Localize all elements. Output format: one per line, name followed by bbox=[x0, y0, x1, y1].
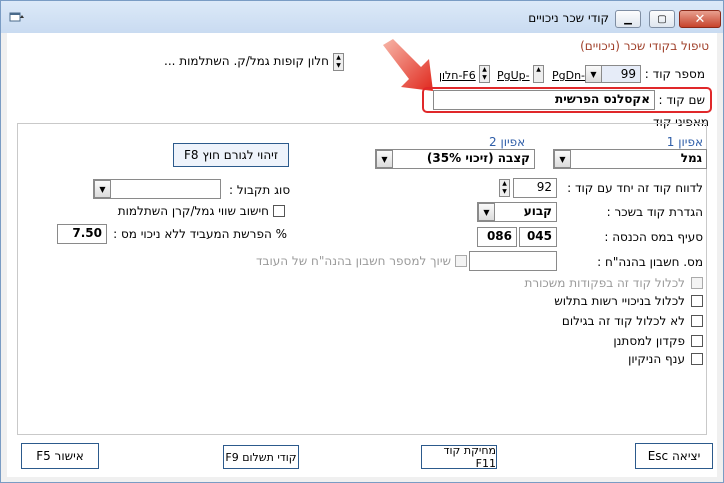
char2-label: אפיון 2 bbox=[489, 135, 526, 149]
deposit-label: פקדון למסתנן bbox=[613, 334, 685, 348]
char1-dropdown[interactable]: ▼ bbox=[554, 150, 571, 168]
red-arrow-icon bbox=[383, 39, 433, 91]
title-bar[interactable]: קודי שכר ניכויים ▁ ▢ ✕ bbox=[1, 1, 723, 33]
tax-section-input-b[interactable]: 086 bbox=[477, 227, 517, 247]
char2-select[interactable]: קצבה (זיכוי 35%) bbox=[375, 149, 535, 169]
pgdn-arrow[interactable]: ▲ bbox=[533, 65, 544, 83]
delete-code-button[interactable]: מחיקת קוד F11 bbox=[421, 444, 497, 470]
assign-employee-label: שיוך למספר חשבון בהנה"ח של העובד bbox=[255, 254, 451, 268]
chevron-down-icon: ▼ bbox=[590, 69, 597, 79]
exclude-slip-label: לא לכלול קוד זה בגילום bbox=[561, 314, 685, 328]
close-icon: ✕ bbox=[694, 11, 706, 27]
char2-dropdown[interactable]: ▼ bbox=[376, 150, 393, 168]
payment-codes-button[interactable]: קודי תשלום F9 bbox=[223, 445, 299, 469]
chevron-down-icon: ▼ bbox=[483, 207, 490, 217]
funds-window-spinner[interactable]: ▲ ▼ bbox=[333, 53, 344, 71]
payroll-def-dropdown[interactable]: ▼ bbox=[478, 203, 495, 221]
confirm-button[interactable]: אישור F5 bbox=[21, 443, 99, 469]
pgdn-link[interactable]: PgDn- bbox=[552, 69, 585, 82]
include-salary-label: לכלול קוד זה בפקודות משכורת bbox=[524, 276, 685, 290]
code-name-input[interactable]: אקסלנס הפרשית bbox=[433, 90, 655, 110]
payroll-def-label: הגדרת קוד בשכר : bbox=[606, 205, 703, 219]
code-number-label: מספר קוד : bbox=[644, 67, 705, 81]
report-with-code-spinner[interactable]: ▲ ▼ bbox=[499, 179, 510, 197]
include-salary-checkbox[interactable] bbox=[691, 277, 703, 289]
chevron-down-icon: ▼ bbox=[559, 154, 566, 164]
window-f6-spinner[interactable]: ▲ ▼ bbox=[479, 65, 490, 83]
code-number-dropdown[interactable]: ▼ bbox=[585, 65, 602, 83]
window-f6-link[interactable]: חלון-F6 bbox=[439, 69, 476, 82]
report-with-code-label: לדווח קוד זה יחד עם קוד : bbox=[567, 181, 703, 195]
assign-employee-checkbox[interactable] bbox=[455, 255, 467, 267]
minimize-button[interactable]: ▁ bbox=[615, 10, 641, 28]
tax-section-input-a[interactable]: 045 bbox=[519, 227, 557, 247]
include-deductions-checkbox[interactable] bbox=[691, 295, 703, 307]
report-with-code-input[interactable]: 92 bbox=[513, 178, 557, 198]
cleaning-label: ענף הניקיון bbox=[628, 352, 685, 366]
cleaning-checkbox[interactable] bbox=[691, 353, 703, 365]
close-button[interactable]: ✕ bbox=[679, 10, 721, 28]
arrow-up-icon: ▲ bbox=[536, 66, 541, 73]
char1-select[interactable]: גמל bbox=[553, 149, 707, 169]
employer-percent-input[interactable]: 7.50 bbox=[57, 224, 107, 244]
accounting-no-label: מס. חשבון בהנה"ח : bbox=[597, 255, 703, 269]
spin-icon: ▲ ▼ bbox=[482, 66, 487, 81]
acceptance-type-dropdown[interactable]: ▼ bbox=[94, 180, 111, 198]
external-id-button[interactable]: זיהוי לגורם חוץ F8 bbox=[173, 143, 289, 167]
app-icon bbox=[9, 12, 24, 22]
char1-label: אפיון 1 bbox=[666, 135, 703, 149]
maximize-button[interactable]: ▢ bbox=[649, 10, 675, 28]
accounting-no-input[interactable] bbox=[469, 251, 557, 271]
acceptance-type-label: סוג תקבול : bbox=[229, 183, 291, 197]
spin-icon: ▲ ▼ bbox=[336, 54, 341, 69]
window-title: קודי שכר ניכויים bbox=[528, 11, 609, 25]
form-area: טיפול בקודי שכר (ניכויים) מספר קוד : 99 … bbox=[7, 33, 717, 477]
page-title: טיפול בקודי שכר (ניכויים) bbox=[580, 39, 709, 53]
maximize-icon: ▢ bbox=[657, 13, 667, 25]
deposit-checkbox[interactable] bbox=[691, 335, 703, 347]
code-number-input[interactable]: 99 bbox=[597, 65, 641, 83]
calc-fund-label: חישוב שווי גמל/קרן השתלמות bbox=[117, 204, 269, 218]
funds-window-label[interactable]: חלון קופות גמל/ק. השתלמות ... bbox=[164, 54, 329, 68]
chevron-down-icon: ▼ bbox=[381, 154, 388, 164]
employer-percent-label: % הפרשת המעביד ללא ניכוי מס : bbox=[113, 227, 287, 241]
spin-icon: ▲ ▼ bbox=[502, 180, 507, 195]
code-name-label: שם קוד : bbox=[658, 93, 705, 107]
app-window: קודי שכר ניכויים ▁ ▢ ✕ טיפול בקודי שכר (… bbox=[0, 0, 724, 483]
tax-section-label: סעיף במס הכנסה : bbox=[604, 230, 703, 244]
exit-button[interactable]: יציאה Esc bbox=[635, 443, 713, 469]
chevron-down-icon: ▼ bbox=[99, 184, 106, 194]
acceptance-type-select[interactable] bbox=[93, 179, 221, 199]
include-deductions-label: לכלול בניכויי רשות בתלוש bbox=[554, 294, 685, 308]
calc-fund-checkbox[interactable] bbox=[273, 205, 285, 217]
pgup-link[interactable]: PgUp- bbox=[497, 69, 530, 82]
minimize-icon: ▁ bbox=[624, 13, 632, 25]
exclude-slip-checkbox[interactable] bbox=[691, 315, 703, 327]
